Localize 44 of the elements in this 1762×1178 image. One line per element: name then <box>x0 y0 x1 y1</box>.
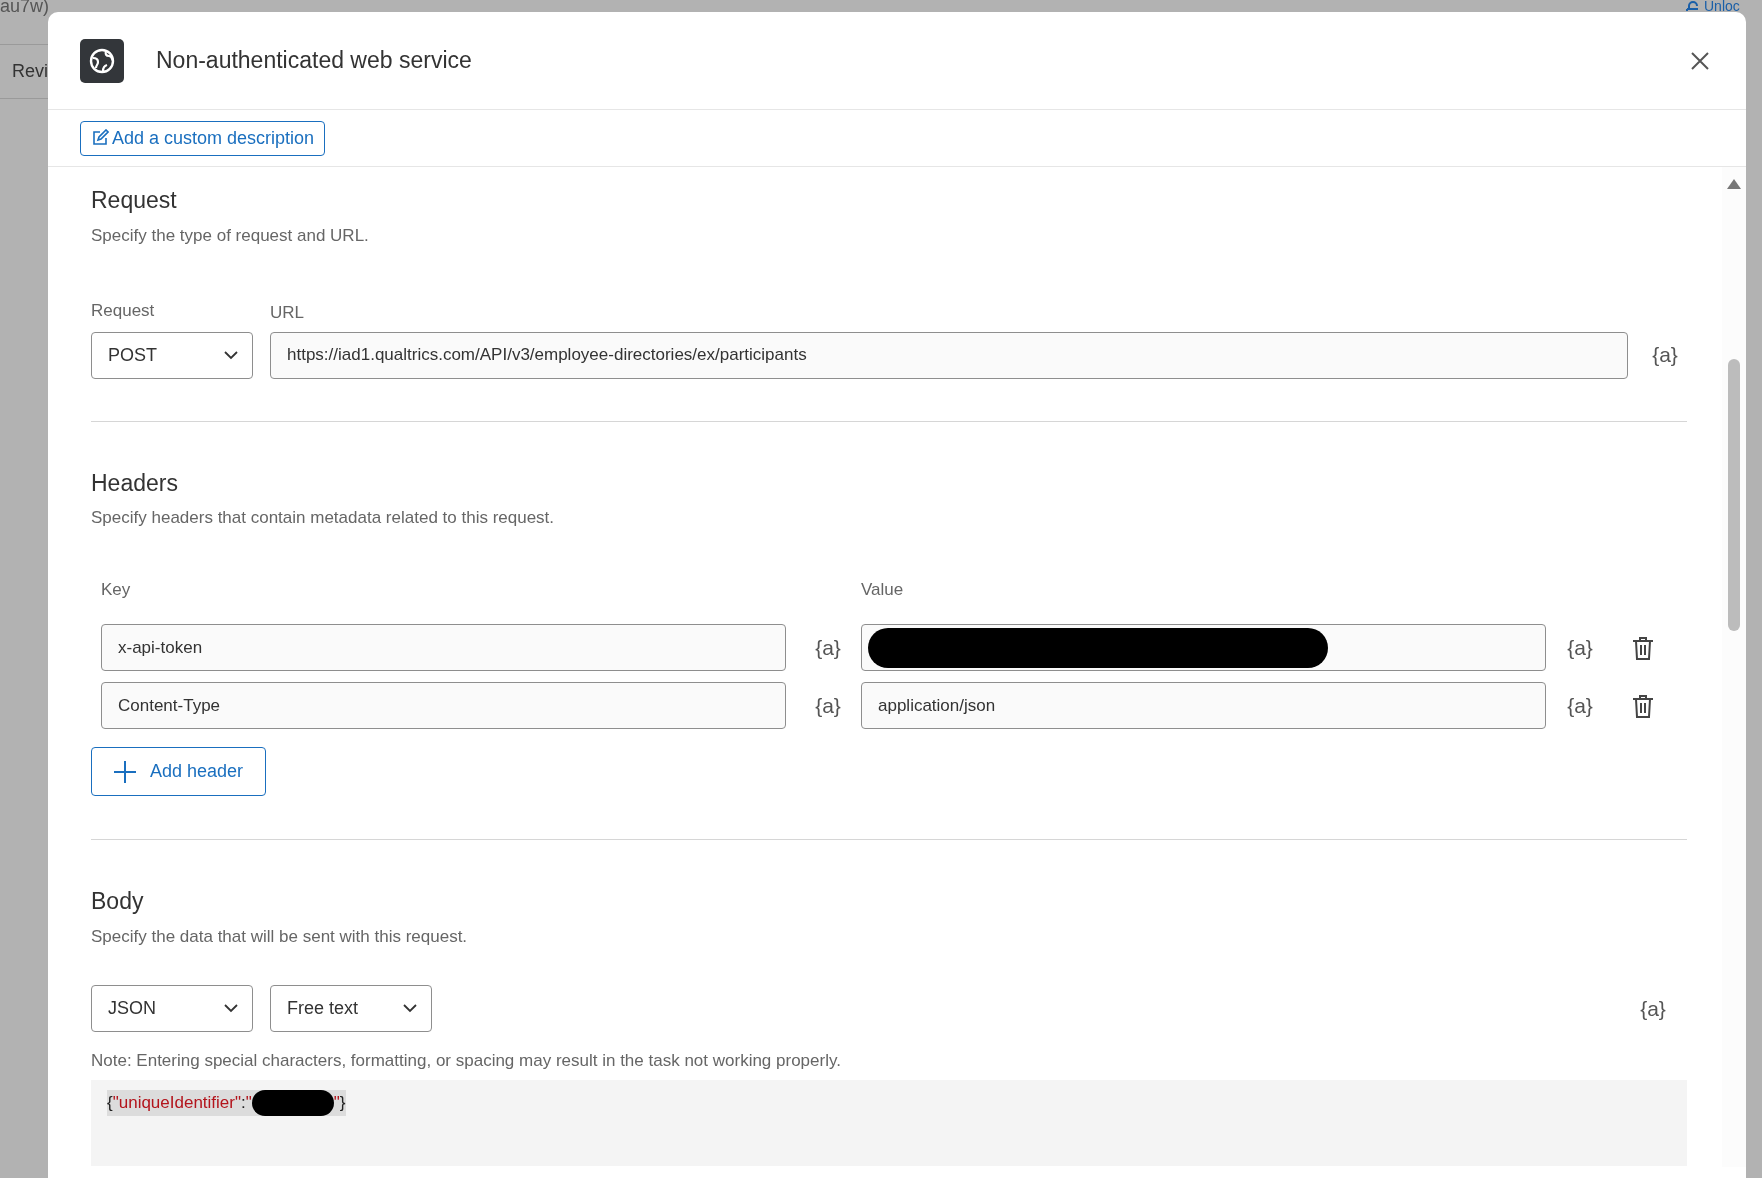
delete-button[interactable] <box>1632 693 1654 718</box>
mode-select[interactable]: Free text <box>270 985 432 1033</box>
method-select[interactable]: POST <box>91 331 253 379</box>
globe-icon <box>80 38 124 83</box>
section-description: Specify the data that will be sent with this request. <box>91 925 469 948</box>
variable-button[interactable]: {a} <box>808 631 848 664</box>
pencil-icon <box>91 129 109 147</box>
close-icon <box>1690 50 1710 71</box>
header-value-field[interactable] <box>861 624 1546 672</box>
scrollbar-thumb[interactable] <box>1728 359 1740 631</box>
add-header-button[interactable]: Add header <box>91 747 267 797</box>
backdrop-tab[interactable]: Revi <box>12 58 48 85</box>
dialog-title: Non-authenticated web service <box>156 46 472 76</box>
code-editor[interactable]: {"uniqueIdentifier":" "} <box>91 1079 1687 1166</box>
section-description: Specify headers that contain metadata related to this request. <box>91 507 556 530</box>
section-heading: Headers <box>91 469 179 498</box>
format-select[interactable]: JSON <box>91 985 253 1033</box>
column-label: Value <box>861 578 904 601</box>
variable-button[interactable]: {a} <box>1633 993 1673 1025</box>
column-label: Key <box>101 578 132 601</box>
variable-button[interactable]: {a} <box>1645 339 1685 371</box>
trash-icon <box>1632 693 1654 718</box>
variable-button[interactable]: {a} <box>1560 689 1600 722</box>
add-description-button[interactable]: Add a custom description <box>80 120 326 156</box>
chevron-down-icon <box>224 1004 238 1014</box>
section-heading: Body <box>91 888 145 916</box>
url-field[interactable]: https://iad1.qualtrics.com/API/v3/employee-directories/ex/participants <box>270 331 1628 379</box>
variable-button[interactable]: {a} <box>1560 631 1600 664</box>
header-key-field[interactable]: Content-Type <box>101 682 786 730</box>
chevron-down-icon <box>224 350 238 360</box>
note-text: Note: Entering special characters, formatting, or spacing may result in the task not working properly. <box>91 1050 842 1073</box>
header-key-field[interactable]: x-api-token <box>101 624 786 672</box>
delete-button[interactable] <box>1632 635 1654 660</box>
field-label: Request <box>91 300 156 323</box>
section-description: Specify the type of request and URL. <box>91 224 370 247</box>
chevron-down-icon <box>403 1004 417 1014</box>
variable-button[interactable]: {a} <box>808 689 848 722</box>
field-label: URL <box>270 302 305 325</box>
plus-icon <box>114 760 136 783</box>
scroll-up-icon[interactable] <box>1727 179 1741 189</box>
lock-icon <box>1684 1 1698 11</box>
trash-icon <box>1632 635 1654 660</box>
section-heading: Request <box>91 187 178 215</box>
header-value-field[interactable]: application/json <box>861 682 1546 730</box>
